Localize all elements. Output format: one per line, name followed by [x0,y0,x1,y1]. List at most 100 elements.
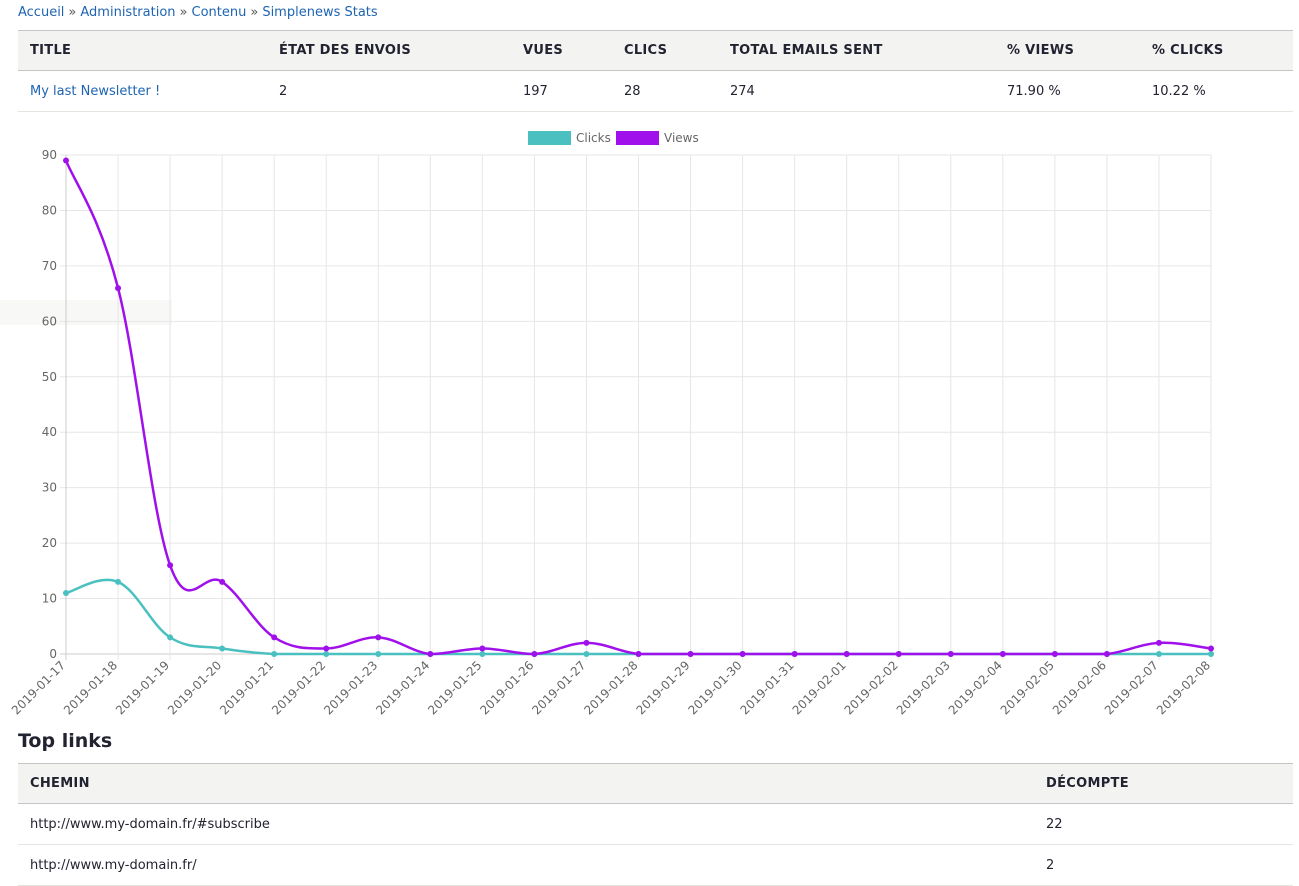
top-links-heading: Top links [18,730,113,752]
views-data-point [479,645,486,652]
y-tick-label: 30 [42,481,57,495]
x-tick-label: 2019-01-30 [685,658,744,717]
x-tick-label: 2019-01-31 [738,658,797,717]
views-data-point [167,562,174,569]
y-tick-label: 60 [42,314,57,328]
column-header-path[interactable]: CHEMIN [18,763,1034,804]
cell-clicks: 28 [612,70,718,112]
table-header-row: CHEMIN DÉCOMPTE [18,763,1293,804]
x-tick-label: 2019-01-26 [477,658,536,717]
breadcrumb-link-home[interactable]: Accueil [18,5,64,20]
chart-canvas: 01020304050607080902019-01-172019-01-182… [9,131,1214,717]
x-tick-label: 2019-01-24 [373,658,432,717]
views-data-point [583,639,590,646]
views-data-point [843,651,850,657]
column-header-count[interactable]: DÉCOMPTE [1034,763,1293,804]
x-tick-label: 2019-01-25 [425,658,484,717]
column-header-title[interactable]: TITLE [18,30,267,71]
breadcrumb-link-simplenews-stats[interactable]: Simplenews Stats [262,5,377,20]
clicks-data-point [583,651,590,657]
top-links-table: CHEMIN DÉCOMPTE http://www.my-domain.fr/… [18,763,1293,886]
views-data-point [427,651,434,657]
views-data-point [531,651,538,657]
clicks-data-point [115,578,122,585]
breadcrumb-link-content[interactable]: Contenu [192,5,247,20]
newsletter-stats-table: TITLE ÉTAT DES ENVOIS VUES CLICS TOTAL E… [18,30,1293,112]
x-tick-label: 2019-02-07 [1102,658,1161,717]
clicks-data-point [63,590,69,597]
x-tick-label: 2019-01-18 [61,658,120,717]
views-data-point [219,578,226,585]
column-header-percent-clicks[interactable]: % CLICKS [1140,30,1293,71]
views-data-point [115,285,122,292]
views-legend-label: Views [664,131,699,145]
breadcrumb-separator: » [68,5,77,20]
clicks-data-point [1208,651,1214,657]
cell-title: My last Newsletter ! [18,70,267,112]
column-header-views[interactable]: VUES [511,30,612,71]
cell-path: http://www.my-domain.fr/ [18,844,1034,886]
views-data-point [999,651,1006,657]
y-tick-label: 70 [42,259,57,273]
y-tick-label: 50 [42,370,57,384]
cell-percent-clicks: 10.22 % [1140,70,1293,112]
cell-views: 197 [511,70,612,112]
newsletter-title-link[interactable]: My last Newsletter ! [30,84,160,99]
x-tick-label: 2019-02-03 [894,658,953,717]
views-data-point [791,651,798,657]
cell-path: http://www.my-domain.fr/#subscribe [18,803,1034,845]
table-row: http://www.my-domain.fr/ 2 [18,844,1293,886]
column-header-send-status[interactable]: ÉTAT DES ENVOIS [267,30,511,71]
views-data-point [895,651,902,657]
x-tick-label: 2019-01-17 [9,658,68,717]
breadcrumb: Accueil» Administration» Contenu» Simplenew… [18,5,378,21]
views-data-point [947,651,954,657]
cell-send-status: 2 [267,70,511,112]
views-data-point [271,634,278,641]
stats-line-chart: 0 10 20 30 40 50 60 70 80 90 2019-01-17 2019-01-18 2… [0,120,1299,720]
breadcrumb-separator: » [250,5,259,20]
cell-count: 2 [1034,844,1293,886]
x-tick-label: 2019-01-21 [217,658,276,717]
y-tick-label: 80 [42,203,57,217]
cell-count: 22 [1034,803,1293,845]
cell-percent-views: 71.90 % [995,70,1140,112]
views-data-point [739,651,746,657]
views-data-point [1155,639,1162,646]
x-tick-label: 2019-01-22 [269,658,328,717]
clicks-data-point [1155,651,1162,657]
y-tick-label: 90 [42,148,57,162]
table-header-row: TITLE ÉTAT DES ENVOIS VUES CLICS TOTAL E… [18,30,1293,71]
views-data-point [1208,645,1214,652]
x-tick-label: 2019-01-23 [321,658,380,717]
y-tick-label: 20 [42,536,57,550]
breadcrumb-separator: » [179,5,188,20]
x-tick-label: 2019-01-19 [113,658,172,717]
x-tick-label: 2019-01-27 [529,658,588,717]
clicks-data-point [167,634,174,641]
x-tick-label: 2019-02-08 [1154,658,1213,717]
x-tick-label: 2019-02-01 [790,658,849,717]
clicks-legend-swatch [528,131,571,145]
views-data-point [63,157,69,164]
clicks-data-point [323,651,330,657]
clicks-data-point [479,651,486,657]
table-row: http://www.my-domain.fr/#subscribe 22 [18,803,1293,845]
table-row: My last Newsletter ! 2 197 28 274 71.90 … [18,70,1293,112]
clicks-data-point [219,645,226,652]
x-tick-label: 2019-01-29 [633,658,692,717]
cell-total-emails-sent: 274 [718,70,995,112]
views-data-point [635,651,642,657]
column-header-percent-views[interactable]: % VIEWS [995,30,1140,71]
breadcrumb-link-administration[interactable]: Administration [80,5,175,20]
clicks-data-point [271,651,278,657]
views-data-point [323,645,330,652]
x-tick-label: 2019-01-28 [581,658,640,717]
x-tick-label: 2019-02-05 [998,658,1057,717]
views-data-point [1103,651,1110,657]
column-header-total-emails-sent[interactable]: TOTAL EMAILS SENT [718,30,995,71]
column-header-clicks[interactable]: CLICS [612,30,718,71]
views-data-point [375,634,382,641]
clicks-legend-label: Clicks [576,131,611,145]
x-tick-label: 2019-02-06 [1050,658,1109,717]
